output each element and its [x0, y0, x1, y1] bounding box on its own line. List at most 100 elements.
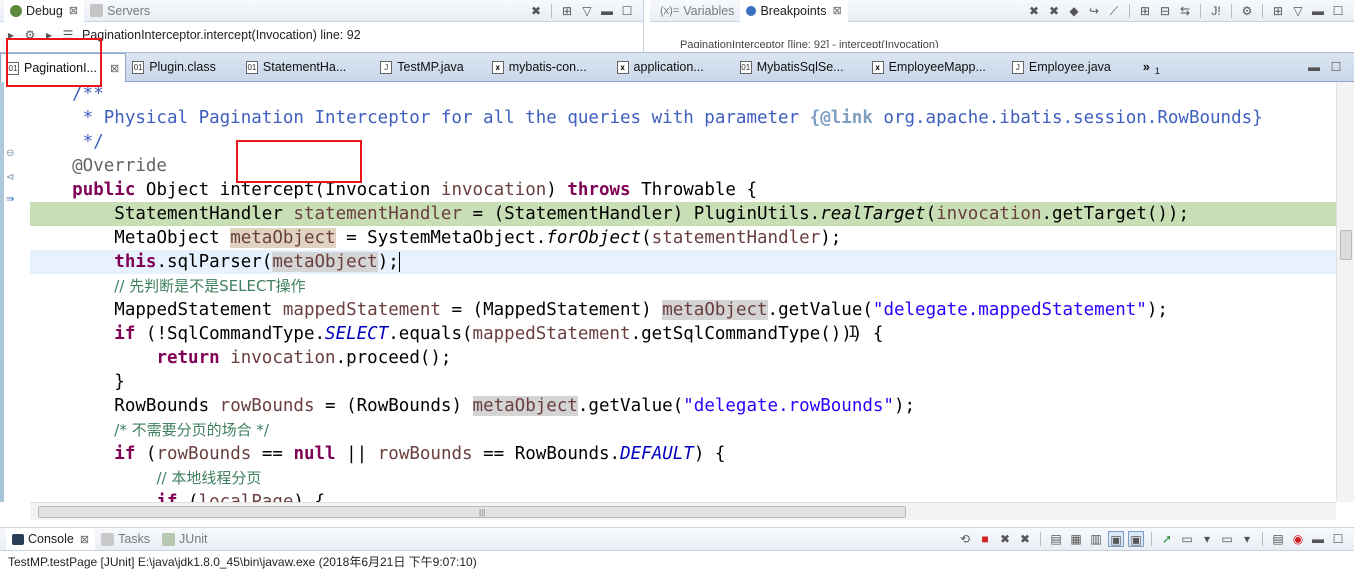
remove-launch-icon[interactable]: ✖ — [997, 531, 1013, 547]
close-icon[interactable]: ⊠ — [69, 4, 78, 17]
collapse-all-icon[interactable]: ⊟ — [1157, 3, 1173, 19]
tab-breakpoints[interactable]: Breakpoints ⊠ — [740, 0, 848, 22]
tab-servers[interactable]: Servers — [84, 0, 156, 22]
editor-tab-testmp-java[interactable]: J TestMP.java — [374, 53, 469, 81]
editor-tab-mybatis-config[interactable]: x mybatis-con... — [486, 53, 593, 81]
code-token: .getValue( — [767, 300, 873, 320]
remove-all-terminated-icon[interactable]: ✖ — [528, 3, 544, 19]
local-variable: mappedStatement — [282, 300, 441, 320]
string-literal: "delegate.mappedStatement" — [872, 300, 1147, 320]
open-console-icon[interactable]: ▭ — [1219, 531, 1235, 547]
variables-icon: (x)= — [660, 4, 680, 17]
minimize-icon[interactable]: ▬ — [1310, 531, 1326, 547]
code-editor[interactable]: ⊖ ⊲ ⇛ /** * Physical Pagination Intercep… — [0, 82, 1354, 502]
class-file-icon: 01 — [7, 61, 19, 75]
code-line: /** — [30, 82, 1336, 106]
editor-tab-statement-handler[interactable]: 01 StatementHa... — [240, 53, 352, 81]
terminate-icon[interactable]: ■ — [977, 531, 993, 547]
group-by-icon[interactable]: ⚙ — [1239, 3, 1255, 19]
tab-console[interactable]: Console ⊠ — [6, 528, 96, 550]
expand-all-icon[interactable]: ⊞ — [1137, 3, 1153, 19]
remove-all-terminated-icon[interactable]: ✖ — [1017, 531, 1033, 547]
chevron-down-icon[interactable]: ▾ — [1199, 531, 1215, 547]
code-line-cursor: this.sqlParser(metaObject); — [30, 250, 1336, 274]
xml-file-icon: x — [491, 60, 504, 74]
pin-console-icon[interactable]: ➚ — [1159, 531, 1175, 547]
tab-debug[interactable]: Debug ⊠ — [4, 0, 85, 22]
maximize-icon[interactable]: ☐ — [1330, 531, 1346, 547]
editor-tab-mybatis-sql-session[interactable]: 01 MybatisSqlSe... — [734, 53, 850, 81]
editor-tab-label: TestMP.java — [397, 60, 464, 74]
editor-tab-application[interactable]: x application... — [611, 53, 710, 81]
keyword: return — [156, 348, 220, 368]
editor-vertical-scrollbar[interactable] — [1336, 82, 1354, 502]
minimize-icon[interactable]: ▬ — [1306, 59, 1322, 75]
keyword: public — [72, 180, 136, 200]
code-token: == RowBounds. — [472, 444, 621, 464]
tab-variables[interactable]: (x)= Variables — [654, 0, 740, 22]
java-exception-icon[interactable]: J! — [1208, 3, 1224, 19]
top-views-area: Debug ⊠ Servers ✖ ⊞ ▽ ▬ ☐ ▸ ⚙ ▸ ☰ Pagina… — [0, 0, 1354, 52]
display-console-icon[interactable]: ▭ — [1179, 531, 1195, 547]
show-on-stdout-icon[interactable]: ▣ — [1108, 531, 1124, 547]
scrollbar-thumb[interactable]: ||| — [38, 506, 906, 518]
editor-tab-plugin-class[interactable]: 01 Plugin.class — [126, 53, 222, 81]
tab-tasks-label: Tasks — [118, 532, 151, 546]
view-menu-icon[interactable]: ▽ — [1290, 3, 1306, 19]
static-method: forObject — [546, 228, 642, 248]
tab-servers-label: Servers — [107, 3, 151, 18]
editor-tab-pagination-interceptor[interactable]: 01 PaginationI... ⊠ — [0, 53, 127, 82]
new-console-view-icon[interactable]: ▤ — [1270, 531, 1286, 547]
close-icon[interactable]: ⊠ — [832, 4, 841, 17]
console-launch-description: TestMP.testPage [JUnit] E:\java\jdk1.8.0… — [0, 551, 1354, 573]
mouse-ibeam-cursor-icon: I — [848, 322, 858, 341]
breakpoints-toolbar: ✖ ✖ ◆ ↪ ⟋ ⊞ ⊟ ⇆ J! ⚙ ⊞ ▽ ▬ ☐ — [1026, 3, 1354, 19]
alert-icon[interactable]: ◉ — [1290, 531, 1306, 547]
maximize-icon[interactable]: ☐ — [1328, 59, 1344, 75]
chevron-down-icon[interactable]: ▾ — [1239, 531, 1255, 547]
tab-tasks[interactable]: Tasks — [95, 528, 156, 550]
scrollbar-thumb[interactable] — [1340, 230, 1352, 260]
minimize-icon[interactable]: ▬ — [599, 3, 615, 19]
expand-arrow-icon[interactable]: ▸ — [6, 27, 16, 43]
editor-tab-employee-mapper[interactable]: x EmployeeMapp... — [866, 53, 992, 81]
word-wrap-icon[interactable]: ▥ — [1088, 531, 1104, 547]
editor-tab-label: PaginationI... — [24, 61, 97, 75]
toolbar-separator — [1200, 3, 1201, 18]
show-supported-icon[interactable]: ◆ — [1066, 3, 1082, 19]
view-menu-icon[interactable]: ▽ — [579, 3, 595, 19]
clear-console-icon[interactable]: ▤ — [1048, 531, 1064, 547]
breakpoint-list-item[interactable]: PaginationInterceptor [line: 92] - inter… — [650, 22, 1354, 48]
link-with-debug-icon[interactable]: ⇆ — [1177, 3, 1193, 19]
editor-horizontal-scrollbar[interactable]: ||| — [30, 502, 1336, 520]
fold-collapse-icon[interactable]: ⊖ — [6, 148, 14, 159]
close-icon[interactable]: ⊠ — [110, 62, 119, 75]
remove-all-breakpoints-icon[interactable]: ✖ — [1046, 3, 1062, 19]
skip-breakpoints-icon[interactable]: ⟋ — [1106, 3, 1122, 19]
local-variable: metaObject — [230, 228, 336, 248]
scroll-lock-icon[interactable]: ▦ — [1068, 531, 1084, 547]
code-lines[interactable]: /** * Physical Pagination Interceptor fo… — [30, 82, 1336, 502]
editor-gutter[interactable]: ⊖ ⊲ ⇛ — [0, 82, 30, 502]
relaunch-icon[interactable]: ⟲ — [957, 531, 973, 547]
maximize-icon[interactable]: ☐ — [1330, 3, 1346, 19]
stack-frame-icon: ☰ — [62, 28, 74, 42]
remove-breakpoint-icon[interactable]: ✖ — [1026, 3, 1042, 19]
collapse-icon[interactable]: ⊞ — [1270, 3, 1286, 19]
breakpoint-entry-text: PaginationInterceptor [line: 92] - inter… — [680, 39, 939, 48]
debug-stack-row[interactable]: ▸ ⚙ ▸ ☰ PaginationInterceptor.intercept(… — [0, 22, 643, 48]
class-file-icon: 01 — [132, 60, 145, 74]
show-on-stderr-icon[interactable]: ▣ — [1128, 531, 1144, 547]
code-token: ); — [820, 228, 842, 248]
editor-tab-employee-java[interactable]: J Employee.java — [1006, 53, 1117, 81]
code-token: Throwable { — [630, 180, 758, 200]
tab-junit[interactable]: JUnit — [156, 528, 213, 550]
code-token: || — [335, 444, 378, 464]
editor-tab-overflow[interactable]: » 1 — [1137, 53, 1166, 81]
breakpoint-icon — [746, 5, 757, 16]
goto-file-icon[interactable]: ↪ — [1086, 3, 1102, 19]
minimize-icon[interactable]: ▬ — [1310, 3, 1326, 19]
collapse-icon[interactable]: ⊞ — [559, 3, 575, 19]
maximize-icon[interactable]: ☐ — [619, 3, 635, 19]
close-icon[interactable]: ⊠ — [80, 533, 89, 546]
